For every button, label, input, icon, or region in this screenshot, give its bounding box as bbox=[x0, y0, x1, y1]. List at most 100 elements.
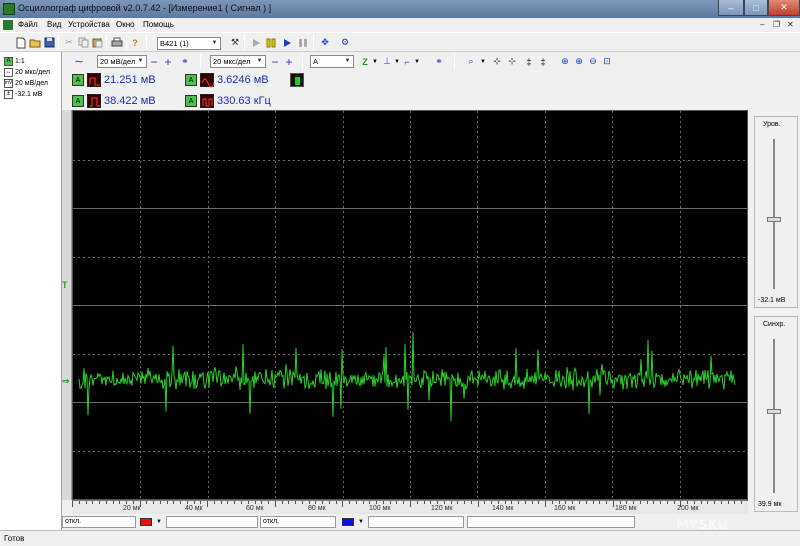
chevron-down-icon: ▼ bbox=[344, 58, 351, 64]
measurement-frequency[interactable]: A 330.63 кГц bbox=[185, 92, 271, 110]
level-slider-track[interactable] bbox=[773, 139, 775, 289]
time-minus-button[interactable]: − bbox=[268, 55, 282, 69]
coupling-icon[interactable]: ∼ bbox=[72, 55, 86, 68]
mdi-minimize-button[interactable]: – bbox=[760, 20, 764, 29]
measurement-toggle[interactable] bbox=[290, 71, 307, 89]
close-button[interactable]: ✕ bbox=[768, 0, 800, 16]
toolbar-separator bbox=[58, 35, 59, 50]
add-measurement-icon bbox=[290, 73, 304, 87]
volts-minus-button[interactable]: − bbox=[147, 55, 161, 69]
menu-devices[interactable]: Устройства bbox=[68, 20, 110, 29]
mdi-restore-button[interactable]: ❐ bbox=[773, 20, 780, 29]
zoom-fit-icon[interactable]: ⊕ bbox=[558, 55, 572, 68]
record-icon[interactable] bbox=[249, 36, 263, 49]
channel1-state[interactable]: откл. bbox=[62, 516, 136, 528]
measurement-amplitude[interactable]: A 21.251 мВ bbox=[72, 71, 156, 89]
channel-info-panel: A 1:1 ↔ 20 мкс/дел mV 20 мВ/дел ± -32.1 … bbox=[0, 52, 62, 530]
level-slider-thumb[interactable] bbox=[767, 217, 781, 222]
time-scale-info: ↔ 20 мкс/дел bbox=[4, 67, 50, 77]
minimize-button[interactable]: – bbox=[718, 0, 744, 16]
connect-icon[interactable]: ⚙ bbox=[338, 36, 352, 49]
time-plus-button[interactable]: + bbox=[282, 55, 296, 69]
volts-div-select[interactable]: 20 мВ/дел ▼ bbox=[97, 55, 147, 68]
menu-view[interactable]: Вид bbox=[47, 20, 61, 29]
cut-icon[interactable]: ✂ bbox=[62, 36, 76, 49]
trigger-marker[interactable]: T bbox=[62, 280, 68, 290]
channel2-color-swatch[interactable] bbox=[342, 518, 354, 526]
sync-slider-track[interactable] bbox=[773, 339, 775, 493]
tools-icon[interactable]: ⚒ bbox=[228, 36, 242, 49]
pulse-icon bbox=[87, 94, 101, 108]
volt-scale-text: 20 мВ/дел bbox=[15, 79, 48, 87]
new-icon[interactable] bbox=[14, 36, 28, 49]
channel-ratio: A 1:1 bbox=[4, 56, 25, 66]
cursor-v2-icon[interactable]: ‡ bbox=[536, 55, 550, 68]
chevron-down-icon[interactable]: ▼ bbox=[476, 55, 490, 68]
pause-icon[interactable] bbox=[264, 36, 278, 49]
trigger-channel-select[interactable]: A ▼ bbox=[310, 55, 354, 68]
volt-scale-info: mV 20 мВ/дел bbox=[4, 78, 48, 88]
measurement-rms[interactable]: A 3.6246 мВ bbox=[185, 71, 269, 89]
channel-a-badge: A bbox=[72, 74, 84, 86]
copy-icon[interactable] bbox=[76, 36, 90, 49]
channel2-state[interactable]: откл. bbox=[260, 516, 336, 528]
menu-help[interactable]: Помощь bbox=[143, 20, 174, 29]
device-select-value: В421 (1) bbox=[160, 39, 189, 48]
chevron-down-icon: ▼ bbox=[137, 58, 144, 64]
app-window: Осциллограф цифровой v2.0.7.42 - [Измере… bbox=[0, 0, 800, 546]
cursor-h2-icon[interactable]: ⊹ bbox=[505, 55, 519, 68]
time-axis-ruler: 20 мк 40 мк 60 мк 80 мк 100 мк 120 мк 140 мк 16… bbox=[72, 500, 748, 514]
time-axis-label: 140 мк bbox=[492, 505, 514, 512]
save-icon[interactable] bbox=[42, 36, 56, 49]
device-select[interactable]: В421 (1) ▼ bbox=[157, 37, 221, 50]
signal-trace bbox=[78, 332, 736, 422]
watermark: MYSKU bbox=[676, 518, 729, 533]
time-axis-label: 180 мк bbox=[615, 505, 637, 512]
help-icon[interactable]: ? bbox=[128, 36, 142, 49]
time-axis-label: 120 мк bbox=[431, 505, 453, 512]
oscilloscope-display[interactable] bbox=[72, 110, 748, 500]
status-field bbox=[467, 516, 635, 528]
zoom-in-icon[interactable]: ⊕ bbox=[572, 55, 586, 68]
channel-a-badge: A bbox=[72, 95, 84, 107]
channel1-extra-field[interactable] bbox=[166, 516, 258, 528]
zoom-out-icon[interactable]: ⊖ bbox=[586, 55, 600, 68]
zero-level-marker[interactable]: ⇒ bbox=[62, 376, 70, 387]
channel1-color-swatch[interactable] bbox=[140, 518, 152, 526]
main-toolbar: ✂ ? В421 (1) ▼ ⚒ ✥ ⚙ bbox=[0, 32, 800, 52]
measurement-peak[interactable]: A 38.422 мВ bbox=[72, 92, 156, 110]
channel-ratio-text: 1:1 bbox=[15, 57, 25, 65]
cursor-v-icon[interactable]: ‡ bbox=[522, 55, 536, 68]
menu-file[interactable]: Файл bbox=[18, 20, 38, 29]
chevron-down-icon[interactable]: ▼ bbox=[152, 515, 166, 528]
print-icon[interactable] bbox=[110, 36, 124, 49]
mdi-close-button[interactable]: ✕ bbox=[787, 20, 794, 29]
zoom-all-icon[interactable]: ⊡ bbox=[600, 55, 614, 68]
chevron-down-icon[interactable]: ▼ bbox=[354, 515, 368, 528]
binoculars-icon[interactable]: ⚭ bbox=[178, 55, 192, 68]
binoculars-icon[interactable]: ⚭ bbox=[432, 55, 446, 68]
document-icon[interactable] bbox=[3, 20, 13, 30]
time-scale-text: 20 мкс/дел bbox=[15, 68, 50, 76]
sync-value: 39.9 мк bbox=[758, 501, 782, 508]
sync-slider-thumb[interactable] bbox=[767, 409, 781, 414]
time-div-value: 20 мкс/дел bbox=[213, 57, 251, 66]
menu-window[interactable]: Окно bbox=[116, 20, 135, 29]
maximize-button[interactable]: □ bbox=[744, 0, 768, 16]
frequency-icon bbox=[200, 94, 214, 108]
open-icon[interactable] bbox=[28, 36, 42, 49]
play-icon[interactable] bbox=[280, 36, 294, 49]
cursor-h-icon[interactable]: ⊹ bbox=[490, 55, 504, 68]
stop-icon[interactable] bbox=[296, 36, 310, 49]
chevron-down-icon[interactable]: ▼ bbox=[410, 55, 424, 68]
volts-plus-button[interactable]: + bbox=[161, 55, 175, 69]
status-text: Готов bbox=[4, 534, 25, 543]
amplitude-value: 21.251 мВ bbox=[104, 74, 156, 86]
time-div-select[interactable]: 20 мкс/дел ▼ bbox=[210, 55, 266, 68]
channel2-extra-field[interactable] bbox=[368, 516, 464, 528]
settings-icon[interactable]: ✥ bbox=[318, 36, 332, 49]
time-axis-label: 80 мк bbox=[308, 505, 326, 512]
paste-icon[interactable] bbox=[90, 36, 104, 49]
menu-bar: Файл Вид Устройства Окно Помощь – ❐ ✕ bbox=[0, 18, 800, 32]
oscilloscope-canvas bbox=[73, 111, 747, 499]
